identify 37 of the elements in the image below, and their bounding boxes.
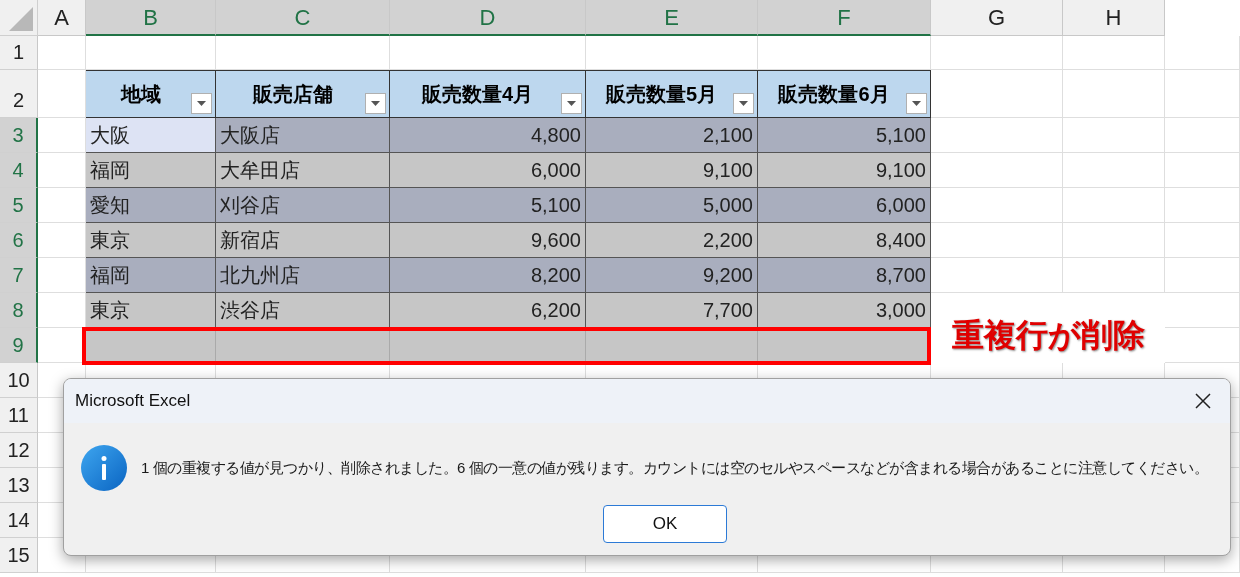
dialog-title: Microsoft Excel [75, 390, 191, 413]
table-cell: 大牟田店 [216, 153, 390, 188]
table-cell: 9,100 [758, 153, 931, 188]
table-cell: 東京 [86, 293, 216, 328]
table-cell: 渋谷店 [216, 293, 390, 328]
table-cell: 8,200 [390, 258, 586, 293]
dialog-message: 1 個の重複する値が見つかり、削除されました。6 個の一意の値が残ります。カウントには空のセルやスペースなどが含まれる場合があることに注意してください。 [141, 457, 1209, 478]
table-cell: 6,200 [390, 293, 586, 328]
table-cell: 9,600 [390, 223, 586, 258]
table-cell: 東京 [86, 223, 216, 258]
table-cell: 愛知 [86, 188, 216, 223]
table-cell: 5,000 [586, 188, 758, 223]
table-cell: 新宿店 [216, 223, 390, 258]
table-cell: 大阪 [86, 118, 216, 153]
table-cell: 8,700 [758, 258, 931, 293]
table-cell: 5,100 [758, 118, 931, 153]
header-label: 地域 [120, 82, 161, 107]
table-cell: 3,000 [758, 293, 931, 328]
table-cell: 8,400 [758, 223, 931, 258]
table-cell: 大阪店 [216, 118, 390, 153]
header-label: 販売数量5月 [605, 82, 718, 107]
table-cell: 9,200 [586, 258, 758, 293]
table-cell: 4,800 [390, 118, 586, 153]
table-cell: 福岡 [86, 153, 216, 188]
table-cell: 6,000 [390, 153, 586, 188]
table-cell: 2,200 [586, 223, 758, 258]
header-label: 販売店舗 [252, 82, 333, 107]
table-cell: 5,100 [390, 188, 586, 223]
header-label: 販売数量4月 [421, 82, 534, 107]
header-label: 販売数量6月 [778, 82, 890, 107]
table-cell: 福岡 [86, 258, 216, 293]
table-cell: 2,100 [586, 118, 758, 153]
table-cell: 9,100 [586, 153, 758, 188]
table-cell: 6,000 [758, 188, 931, 223]
table-cell: 北九州店 [216, 258, 390, 293]
table-cell: 刈谷店 [216, 188, 390, 223]
table-cell: 7,700 [586, 293, 758, 328]
